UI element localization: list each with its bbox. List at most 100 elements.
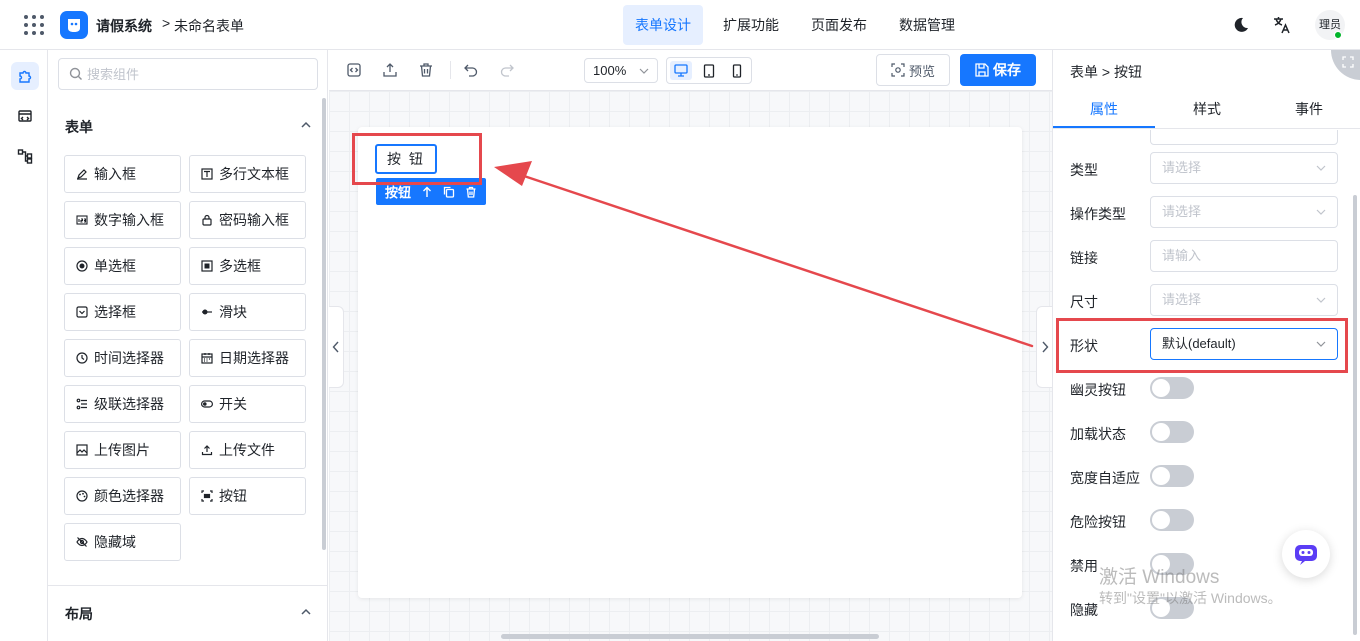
save-icon: [975, 63, 989, 77]
component-select[interactable]: 选择框: [64, 293, 181, 331]
translate-icon[interactable]: [1272, 15, 1292, 35]
tab-attributes[interactable]: 属性: [1053, 94, 1155, 128]
search-input[interactable]: [87, 59, 307, 89]
chevron-up-icon[interactable]: [300, 119, 312, 131]
component-checkbox[interactable]: 多选框: [189, 247, 306, 285]
component-label: 日期选择器: [219, 350, 289, 366]
component-date-picker[interactable]: 日期选择器: [189, 339, 306, 377]
component-color-picker[interactable]: 颜色选择器: [64, 477, 181, 515]
property-breadcrumb: 表单 > 按钮: [1070, 64, 1142, 80]
code-icon[interactable]: [346, 62, 362, 78]
online-status-dot: [1334, 31, 1342, 39]
form-name[interactable]: 未命名表单: [174, 16, 244, 36]
action-type-select[interactable]: 请选择: [1150, 196, 1338, 228]
cascader-icon: [76, 398, 88, 410]
apps-grid-icon[interactable]: [23, 14, 45, 36]
tab-styles[interactable]: 样式: [1156, 94, 1258, 128]
collapse-right-panel-button[interactable]: [1036, 306, 1052, 388]
component-label: 数字输入框: [94, 212, 164, 228]
component-panel: 表单 输入框 多行文本框 数字输入框 密码输入框 单选框 多选框 选择框 滑块 …: [48, 50, 328, 641]
chevron-down-icon: [1316, 165, 1326, 171]
component-label: 隐藏域: [94, 534, 136, 550]
device-switcher: [666, 57, 752, 84]
prop-label-link: 链接: [1070, 250, 1098, 266]
tab-publish[interactable]: 页面发布: [799, 5, 879, 45]
prop-label-type: 类型: [1070, 162, 1098, 178]
ghost-switch[interactable]: [1150, 377, 1194, 399]
search-box[interactable]: [58, 58, 318, 90]
tab-events[interactable]: 事件: [1258, 94, 1360, 128]
tab-extensions[interactable]: 扩展功能: [711, 5, 791, 45]
desktop-icon[interactable]: [670, 61, 692, 80]
component-password[interactable]: 密码输入框: [189, 201, 306, 239]
block-switch[interactable]: [1150, 465, 1194, 487]
cut-off-field[interactable]: [1150, 130, 1338, 145]
prop-label-loading: 加载状态: [1070, 426, 1126, 442]
component-upload-image[interactable]: 上传图片: [64, 431, 181, 469]
ai-assistant-button[interactable]: [1282, 530, 1330, 578]
tab-data-management[interactable]: 数据管理: [887, 5, 967, 45]
windows-watermark-subtitle: 转到"设置"以激活 Windows。: [1099, 590, 1282, 606]
preview-button[interactable]: 预览: [876, 54, 950, 86]
type-select-placeholder: 请选择: [1162, 160, 1202, 175]
preview-label: 预览: [908, 63, 935, 79]
move-up-icon[interactable]: [421, 186, 433, 198]
delete-icon[interactable]: [418, 62, 434, 78]
chevron-down-icon: [1316, 209, 1326, 215]
canvas-horizontal-scrollbar[interactable]: [501, 634, 879, 639]
collapse-left-panel-button[interactable]: [329, 306, 344, 388]
zoom-select[interactable]: 100%: [584, 58, 658, 83]
type-select[interactable]: 请选择: [1150, 152, 1338, 184]
code-block-icon[interactable]: [11, 102, 39, 130]
undo-icon[interactable]: [463, 62, 479, 78]
link-input[interactable]: 请输入: [1150, 240, 1338, 272]
danger-switch[interactable]: [1150, 509, 1194, 531]
component-label: 滑块: [219, 304, 247, 320]
upload-icon: [201, 444, 213, 456]
annotation-highlight-canvas-button: [352, 133, 482, 185]
puzzle-icon[interactable]: [11, 62, 39, 90]
export-icon[interactable]: [382, 62, 398, 78]
component-input[interactable]: 输入框: [64, 155, 181, 193]
component-slider[interactable]: 滑块: [189, 293, 306, 331]
image-icon: [76, 444, 88, 456]
loading-switch[interactable]: [1150, 421, 1194, 443]
component-time-picker[interactable]: 时间选择器: [64, 339, 181, 377]
windows-watermark-title: 激活 Windows: [1099, 567, 1220, 588]
mobile-icon[interactable]: [726, 61, 748, 80]
redo-icon[interactable]: [499, 62, 515, 78]
moon-icon[interactable]: [1232, 16, 1250, 34]
number-icon: [76, 214, 88, 226]
flow-icon[interactable]: [11, 142, 39, 170]
component-button[interactable]: 按钮: [189, 477, 306, 515]
component-upload-file[interactable]: 上传文件: [189, 431, 306, 469]
component-textarea[interactable]: 多行文本框: [189, 155, 306, 193]
component-number-input[interactable]: 数字输入框: [64, 201, 181, 239]
annotation-highlight-shape-field: [1056, 318, 1348, 373]
tablet-icon[interactable]: [698, 61, 720, 80]
clock-icon: [76, 352, 88, 364]
property-panel-scrollbar[interactable]: [1353, 195, 1357, 635]
chevron-up-icon[interactable]: [300, 606, 312, 618]
top-bar: 请假系统 > 未命名表单 表单设计 扩展功能 页面发布 数据管理 理员: [0, 0, 1360, 50]
tab-form-design[interactable]: 表单设计: [623, 5, 703, 45]
chevron-left-icon: [332, 341, 339, 353]
component-cascader[interactable]: 级联选择器: [64, 385, 181, 423]
component-switch[interactable]: 开关: [189, 385, 306, 423]
component-label: 时间选择器: [94, 350, 164, 366]
copy-icon[interactable]: [443, 186, 455, 198]
fullscreen-toggle[interactable]: [1331, 50, 1360, 80]
component-panel-scrollbar[interactable]: [322, 98, 326, 550]
group-title-layout[interactable]: 布局: [65, 604, 93, 624]
delete-icon[interactable]: [465, 186, 477, 198]
prop-label-action-type: 操作类型: [1070, 206, 1126, 222]
group-title-form[interactable]: 表单: [65, 117, 93, 137]
select-icon: [76, 306, 88, 318]
save-button[interactable]: 保存: [960, 54, 1036, 86]
expand-icon: [1342, 56, 1354, 68]
component-radio[interactable]: 单选框: [64, 247, 181, 285]
component-hidden-field[interactable]: 隐藏域: [64, 523, 181, 561]
prop-label-size: 尺寸: [1070, 294, 1098, 310]
size-select-placeholder: 请选择: [1162, 292, 1202, 307]
size-select[interactable]: 请选择: [1150, 284, 1338, 316]
